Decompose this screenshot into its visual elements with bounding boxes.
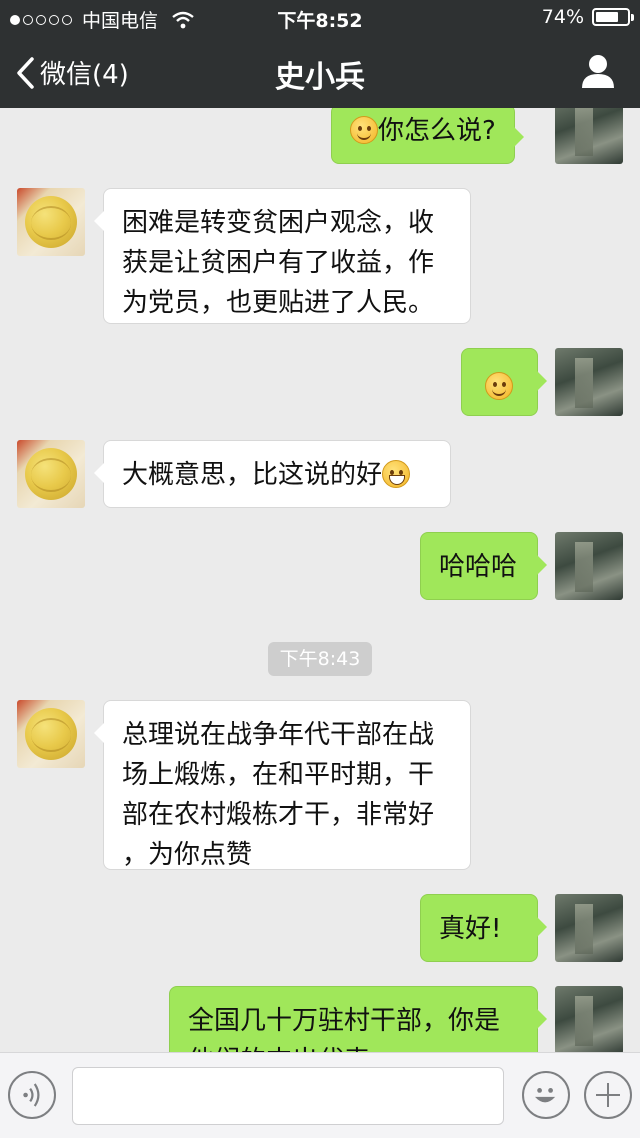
my-avatar[interactable] (555, 532, 623, 600)
profile-icon[interactable] (580, 52, 616, 90)
message-text: 大概意思，比这说的好 (122, 460, 383, 490)
smile-emoji-icon (485, 372, 513, 400)
message-bubble-outgoing[interactable]: 你怎么说? (331, 108, 524, 164)
smile-emoji-icon (350, 116, 378, 144)
contact-avatar[interactable] (17, 700, 85, 768)
message-text: 你怎么说? (378, 116, 496, 146)
status-right: 74% (541, 6, 634, 28)
chat-title: 史小兵 (275, 60, 365, 95)
timestamp-badge: 下午8:43 (268, 642, 372, 676)
message-line: 他们的杰出代表 (188, 1041, 519, 1052)
message-text: 真好! (439, 914, 502, 944)
contact-avatar[interactable] (17, 188, 85, 256)
message-line: 为党员，也更贴进了人民。 (122, 288, 435, 318)
message-bubble-outgoing[interactable]: 全国几十万驻村干部，你是 他们的杰出代表 (169, 986, 547, 1052)
emoji-icon[interactable] (522, 1071, 570, 1119)
message-bubble-outgoing[interactable]: 真好! (420, 894, 547, 962)
battery-percent: 74% (541, 6, 584, 28)
message-bubble-outgoing[interactable] (461, 348, 547, 416)
status-bar: 中国电信 下午8:52 74% (0, 0, 640, 36)
nav-bar: 微信(4) 史小兵 (0, 36, 640, 108)
my-avatar[interactable] (555, 348, 623, 416)
grin-emoji-icon (382, 460, 411, 488)
my-avatar[interactable] (555, 894, 623, 962)
message-bubble-outgoing[interactable]: 哈哈哈 (420, 532, 547, 600)
my-avatar[interactable] (555, 108, 623, 164)
chat-area[interactable]: 你怎么说? 困难是转变贫困户观念，收 获是让贫困户有了收益，作 为党员，也更贴进… (0, 108, 640, 1052)
battery-icon (592, 8, 634, 26)
message-line: 全国几十万驻村干部，你是 (188, 1006, 501, 1036)
message-input[interactable] (72, 1067, 504, 1125)
battery-fill (596, 12, 619, 22)
message-text: 哈哈哈 (439, 552, 518, 582)
message-line: 部在农村煅栋才干，非常好 (122, 800, 435, 830)
input-bar (0, 1052, 640, 1138)
message-bubble-incoming[interactable]: 大概意思，比这说的好 (94, 440, 451, 508)
plus-icon[interactable] (584, 1071, 632, 1119)
message-line: 获是让贫困户有了收益，作 (122, 248, 435, 278)
my-avatar[interactable] (555, 986, 623, 1052)
message-bubble-incoming[interactable]: 困难是转变贫困户观念，收 获是让贫困户有了收益，作 为党员，也更贴进了人民。 (94, 188, 471, 324)
message-line: 困难是转变贫困户观念，收 (122, 208, 435, 238)
message-line: 总理说在战争年代干部在战 (122, 720, 435, 750)
contact-avatar[interactable] (17, 440, 85, 508)
message-line: 场上煅炼，在和平时期，干 (122, 760, 435, 790)
message-line: ，为你点赞 (122, 840, 253, 870)
voice-icon[interactable] (8, 1071, 56, 1119)
message-bubble-incoming[interactable]: 总理说在战争年代干部在战 场上煅炼，在和平时期，干 部在农村煅栋才干，非常好 ，… (94, 700, 471, 870)
